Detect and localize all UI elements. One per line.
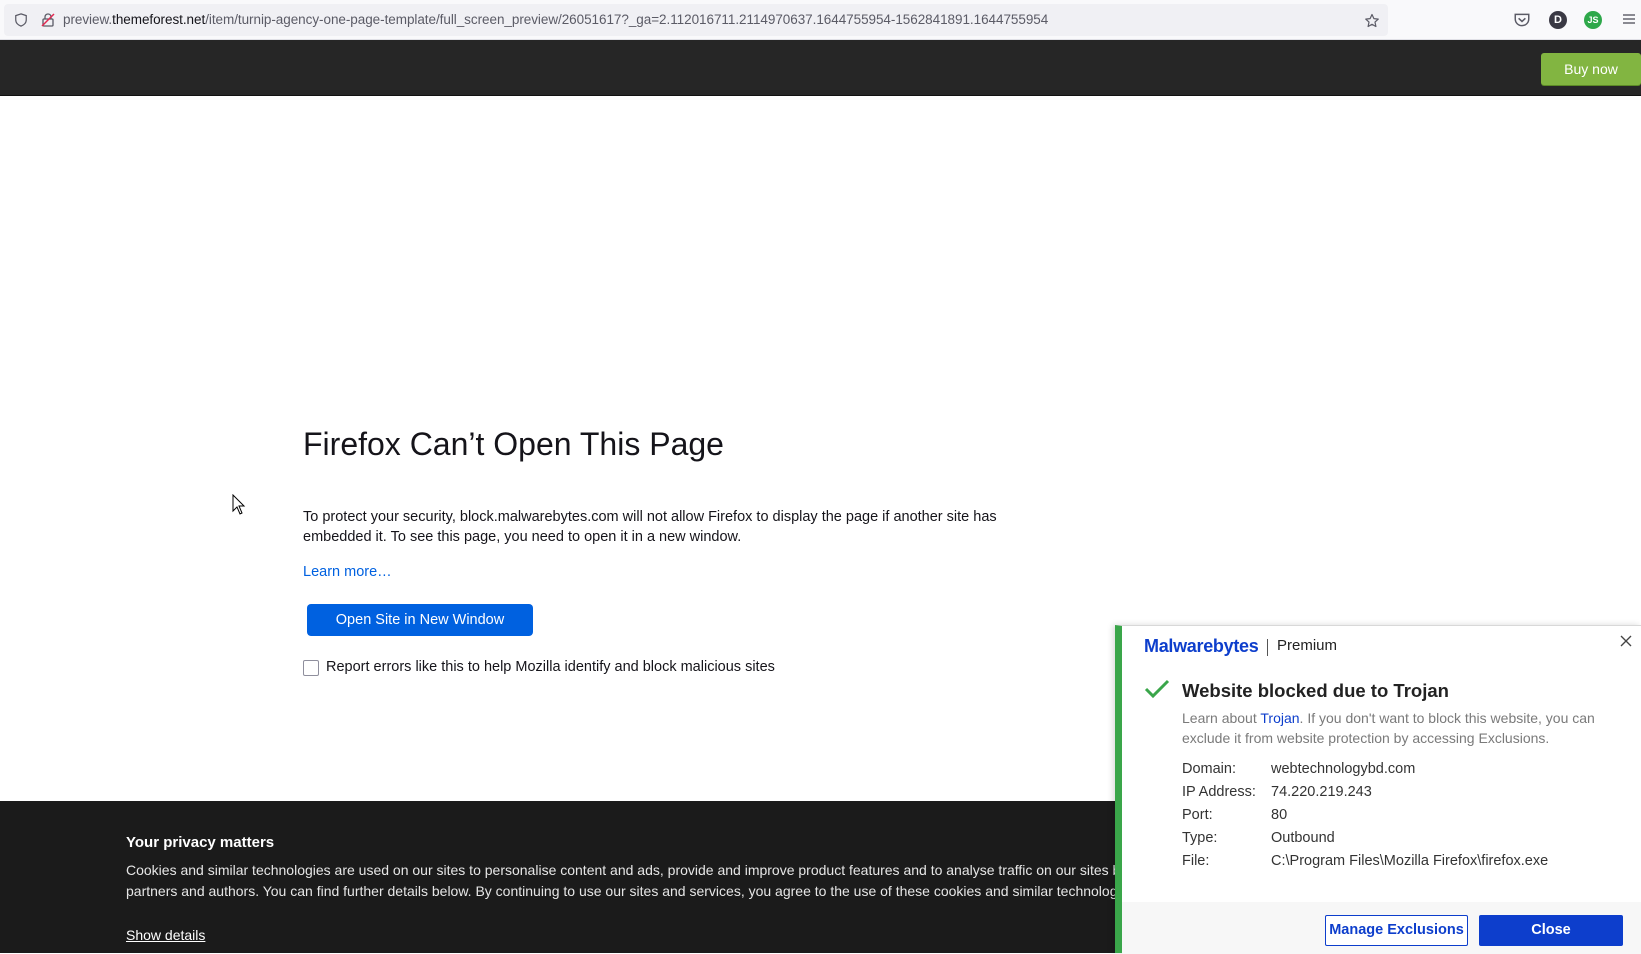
mouse-pointer-icon: [232, 494, 246, 515]
detail-row-domain: Domain: webtechnologybd.com: [1182, 761, 1415, 777]
close-icon[interactable]: [1619, 634, 1633, 648]
error-title: Firefox Can’t Open This Page: [303, 426, 724, 462]
privacy-text: Cookies and similar technologies are use…: [126, 860, 1129, 902]
tracking-protection-shield-icon[interactable]: [14, 13, 28, 27]
check-icon: [1144, 679, 1170, 699]
report-errors-checkbox[interactable]: [303, 660, 319, 676]
block-description: Learn about Trojan. If you don't want to…: [1182, 708, 1622, 748]
desc-prefix: Learn about: [1182, 710, 1261, 726]
url-path: /item/turnip-agency-one-page-template/fu…: [205, 12, 1049, 27]
detail-value: webtechnologybd.com: [1271, 761, 1416, 777]
detail-value: 80: [1271, 807, 1288, 823]
show-details-link[interactable]: Show details: [126, 927, 205, 943]
malwarebytes-logo: Malwarebytes: [1144, 636, 1259, 656]
extension-icon[interactable]: JS: [1584, 11, 1602, 29]
detail-row-ip: IP Address: 74.220.219.243: [1182, 784, 1372, 800]
report-errors-label: Report errors like this to help Mozilla …: [326, 659, 775, 675]
block-heading: Website blocked due to Trojan: [1182, 680, 1449, 701]
buy-now-button[interactable]: Buy now: [1541, 53, 1641, 85]
detail-value: 74.220.219.243: [1271, 784, 1372, 800]
pocket-icon[interactable]: [1513, 11, 1531, 29]
privacy-line-1: Cookies and similar technologies are use…: [126, 862, 1128, 878]
error-description: To protect your security, block.malwareb…: [303, 509, 997, 545]
preview-header-bar: Buy now: [0, 40, 1641, 96]
url-host-prefix: preview.: [63, 12, 113, 27]
browser-toolbar: preview.themeforest.net/item/turnip-agen…: [0, 0, 1641, 40]
bookmark-star-icon[interactable]: [1364, 13, 1380, 29]
malwarebytes-tier: Premium: [1277, 637, 1338, 654]
menu-hamburger-icon[interactable]: [1622, 12, 1636, 26]
url-host: themeforest.net: [112, 12, 206, 27]
detail-row-port: Port: 80: [1182, 807, 1287, 823]
detail-key: Type:: [1182, 830, 1218, 846]
malwarebytes-notification: Malwarebytes Premium Website blocked due…: [1115, 625, 1641, 954]
account-avatar[interactable]: D: [1549, 11, 1567, 29]
detail-row-file: File: C:\Program Files\Mozilla Firefox\fi…: [1182, 853, 1548, 869]
close-button[interactable]: Close: [1479, 915, 1623, 946]
detail-key: Port:: [1182, 807, 1213, 823]
manage-exclusions-button[interactable]: Manage Exclusions: [1325, 915, 1468, 946]
detail-value: Outbound: [1271, 830, 1335, 846]
logo-divider: [1267, 639, 1268, 656]
privacy-title: Your privacy matters: [126, 834, 275, 851]
notification-footer: Manage Exclusions Close: [1122, 902, 1641, 954]
open-site-new-window-button[interactable]: Open Site in New Window: [307, 604, 533, 636]
detail-key: Domain:: [1182, 761, 1236, 777]
detail-row-type: Type: Outbound: [1182, 830, 1335, 846]
detail-key: IP Address:: [1182, 784, 1256, 800]
detail-value: C:\Program Files\Mozilla Firefox\firefox…: [1271, 853, 1549, 869]
learn-more-link[interactable]: Learn more…: [303, 564, 392, 580]
privacy-line-2: partners and authors. You can find furth…: [126, 883, 1129, 899]
address-bar[interactable]: preview.themeforest.net/item/turnip-agen…: [4, 4, 1388, 36]
insecure-lock-icon[interactable]: [40, 12, 56, 28]
trojan-link[interactable]: Trojan: [1260, 710, 1299, 726]
url-text[interactable]: preview.themeforest.net/item/turnip-agen…: [63, 12, 1048, 27]
detail-key: File:: [1182, 853, 1210, 869]
